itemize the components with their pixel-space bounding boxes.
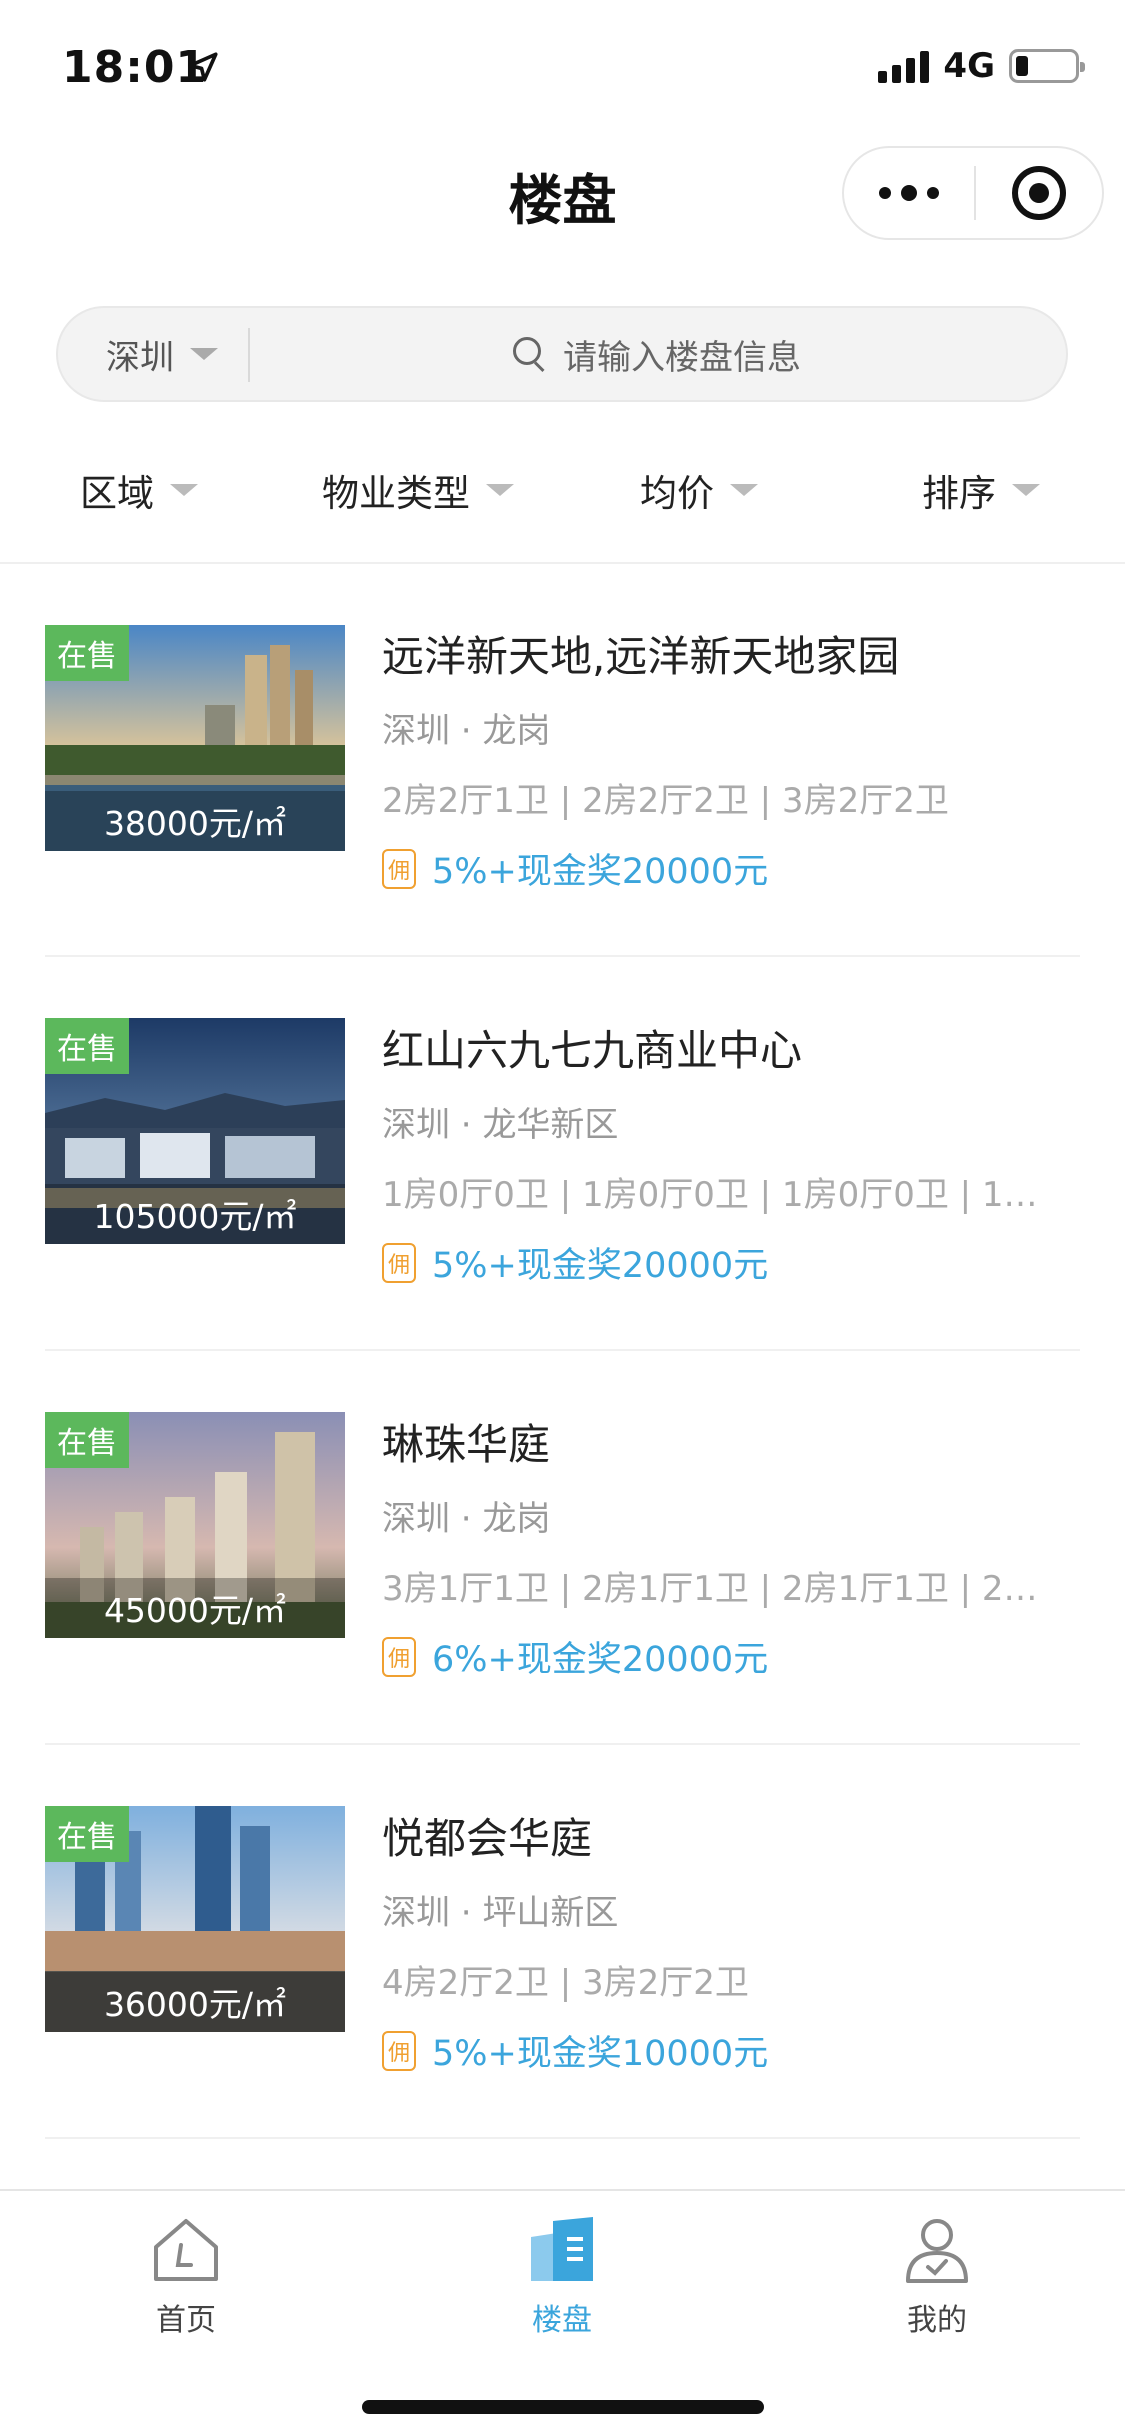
listing-commission: 佣 5%+现金奖20000元: [382, 843, 768, 894]
tab-bar: 首页 楼盘 我的: [0, 2189, 1125, 2436]
listing-price: 36000元/㎡: [45, 1972, 345, 2032]
filter-region[interactable]: 区域: [80, 448, 198, 532]
chevron-down-icon: [486, 484, 514, 496]
listing-title: 红山六九七九商业中心: [382, 1026, 803, 1075]
search-placeholder: 请输入楼盘信息: [563, 337, 801, 378]
chevron-down-icon: [730, 484, 758, 496]
listing-price: 105000元/㎡: [45, 1184, 345, 1244]
listing-price: 38000元/㎡: [45, 791, 345, 851]
filter-average-price[interactable]: 均价: [640, 448, 758, 532]
listing-location: 深圳 · 龙岗: [382, 1499, 551, 1539]
chevron-down-icon: [170, 484, 198, 496]
listing-price: 45000元/㎡: [45, 1578, 345, 1638]
network-type: 4G: [943, 46, 995, 86]
tab-buildings[interactable]: 楼盘: [462, 2215, 662, 2339]
listing-location: 深圳 · 龙华新区: [382, 1105, 619, 1145]
listing-photo: 在售 105000元/㎡: [45, 1018, 345, 1244]
location-arrow-icon: [188, 52, 218, 82]
listing-photo: 在售 36000元/㎡: [45, 1806, 345, 2032]
listing-layouts: 4房2厅2卫 | 3房2厅2卫: [382, 1963, 749, 2003]
listing-photo: 在售 38000元/㎡: [45, 625, 345, 851]
filter-bar: 区域 物业类型 均价 排序: [0, 448, 1125, 532]
search-input[interactable]: 请输入楼盘信息: [513, 308, 801, 400]
listing-location: 深圳 · 龙岗: [382, 711, 551, 751]
home-indicator: [362, 2400, 764, 2414]
tab-home[interactable]: 首页: [86, 2215, 286, 2339]
listing-location: 深圳 · 坪山新区: [382, 1893, 619, 1933]
filter-property-type[interactable]: 物业类型: [322, 448, 514, 532]
search-bar[interactable]: 深圳 请输入楼盘信息: [56, 306, 1068, 402]
close-miniprogram-icon[interactable]: [976, 148, 1102, 238]
listing-title: 远洋新天地,远洋新天地家园: [382, 632, 900, 681]
listing-commission: 佣 5%+现金奖10000元: [382, 2025, 768, 2076]
listing-card[interactable]: 在售 45000元/㎡ 琳珠华庭 深圳 · 龙岗 3房1厅1卫 | 2房1厅1卫…: [0, 1363, 1125, 1757]
status-badge: 在售: [45, 625, 129, 681]
city-label: 深圳: [106, 337, 174, 378]
listing-title: 琳珠华庭: [382, 1420, 551, 1469]
chevron-down-icon: [1012, 484, 1040, 496]
listing-card[interactable]: 在售 38000元/㎡ 远洋新天地,远洋新天地家园 深圳 · 龙岗 2房2厅1卫…: [0, 575, 1125, 969]
listing-commission: 佣 5%+现金奖20000元: [382, 1237, 768, 1288]
listing-title: 悦都会华庭: [382, 1814, 593, 1863]
listing-layouts: 1房0厅0卫 | 1房0厅0卫 | 1房0厅0卫 | 1房...: [382, 1175, 1062, 1215]
listing-photo: 在售 45000元/㎡: [45, 1412, 345, 1638]
profile-icon: [906, 2219, 968, 2283]
status-badge: 在售: [45, 1806, 129, 1862]
listing-commission: 佣 6%+现金奖20000元: [382, 1631, 768, 1682]
building-icon: [531, 2217, 593, 2281]
home-icon: [154, 2219, 218, 2281]
battery-icon: [1009, 49, 1085, 83]
listing-card[interactable]: 在售 105000元/㎡ 红山六九七九商业中心 深圳 · 龙华新区 1房0厅0卫…: [0, 969, 1125, 1363]
search-icon: [513, 337, 547, 371]
commission-tag: 佣: [382, 1636, 416, 1677]
city-selector[interactable]: 深圳: [106, 308, 218, 400]
more-icon[interactable]: [844, 148, 974, 238]
filter-sort[interactable]: 排序: [922, 448, 1040, 532]
listing-card[interactable]: 在售 36000元/㎡ 悦都会华庭 深圳 · 坪山新区 4房2厅2卫 | 3房2…: [0, 1757, 1125, 2151]
status-badge: 在售: [45, 1018, 129, 1074]
signal-icon: [878, 49, 930, 83]
status-badge: 在售: [45, 1412, 129, 1468]
miniprogram-capsule: [842, 146, 1104, 240]
commission-tag: 佣: [382, 848, 416, 889]
commission-tag: 佣: [382, 1242, 416, 1283]
listing-layouts: 3房1厅1卫 | 2房1厅1卫 | 2房1厅1卫 | 2房1...: [382, 1569, 1062, 1609]
status-bar: 18:01 4G: [0, 0, 1125, 135]
chevron-down-icon: [190, 348, 218, 360]
tab-mine[interactable]: 我的: [837, 2215, 1037, 2339]
commission-tag: 佣: [382, 2030, 416, 2071]
listing-layouts: 2房2厅1卫 | 2房2厅2卫 | 3房2厅2卫: [382, 781, 949, 821]
